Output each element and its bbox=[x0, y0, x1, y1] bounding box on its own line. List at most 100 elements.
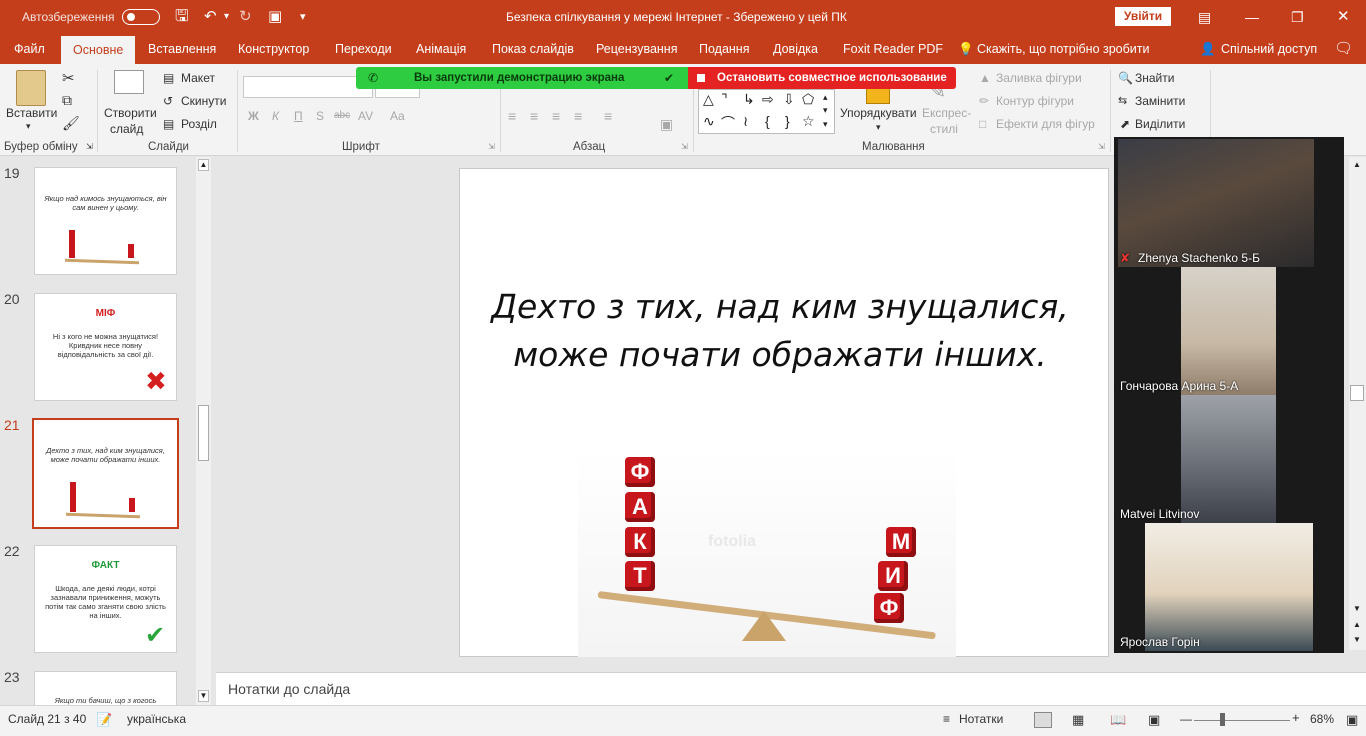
scroll-thumb[interactable] bbox=[198, 405, 209, 461]
zoom-slider[interactable] bbox=[1194, 720, 1290, 721]
char-spacing-button[interactable]: AV bbox=[358, 109, 373, 123]
next-slide-icon[interactable]: ▼ bbox=[1351, 634, 1363, 646]
comments-icon[interactable]: 🗨 bbox=[1334, 34, 1353, 64]
copy-icon[interactable]: ⧉ bbox=[62, 92, 72, 109]
cut-icon[interactable]: ✂ bbox=[62, 69, 75, 87]
scroll-up-icon[interactable]: ▲ bbox=[1351, 159, 1363, 171]
paste-dropdown-icon[interactable]: ▾ bbox=[26, 121, 31, 132]
align-center-icon[interactable]: ≡ bbox=[530, 108, 538, 124]
language-indicator[interactable]: українська bbox=[127, 712, 186, 726]
participant-tile[interactable]: ✘ Zhenya Stachenko 5-Б bbox=[1114, 139, 1344, 267]
scroll-down-icon[interactable]: ▼ bbox=[198, 690, 209, 702]
minimize-icon[interactable]: — bbox=[1245, 0, 1259, 34]
restore-icon[interactable]: ❐ bbox=[1291, 0, 1304, 34]
strikethrough-button[interactable]: abc bbox=[334, 110, 350, 121]
slide-thumbnail-21[interactable]: Дехто з тих, над ким знущалися, може поч… bbox=[32, 418, 179, 529]
format-painter-icon[interactable]: 🖌 bbox=[62, 115, 80, 132]
thumbnails-scrollbar[interactable]: ▲ ▼ bbox=[196, 157, 211, 705]
tab-view[interactable]: Подання bbox=[699, 34, 749, 64]
close-icon[interactable]: ✕ bbox=[1337, 0, 1350, 34]
new-slide-button[interactable]: Створити bbox=[104, 106, 157, 120]
start-slideshow-icon[interactable]: ▣ bbox=[268, 0, 282, 34]
arrange-dropdown-icon[interactable]: ▾ bbox=[876, 122, 881, 133]
undo-dropdown-icon[interactable]: ▾ bbox=[224, 0, 229, 34]
clipboard-launcher-icon[interactable]: ⇲ bbox=[86, 142, 93, 151]
gallery-more-icon[interactable]: ▾ bbox=[823, 119, 828, 130]
notes-toggle-button[interactable]: Нотатки bbox=[959, 712, 1003, 726]
reading-view-icon[interactable]: 📖 bbox=[1110, 712, 1126, 728]
replace-button[interactable]: Замінити bbox=[1135, 94, 1185, 108]
normal-view-icon[interactable] bbox=[1034, 712, 1052, 728]
down-arrow-shape-icon[interactable]: ⇩ bbox=[783, 91, 795, 108]
left-brace-icon[interactable]: { bbox=[765, 113, 770, 129]
section-button[interactable]: Розділ bbox=[181, 117, 217, 131]
paste-icon[interactable] bbox=[16, 70, 46, 106]
fit-to-window-icon[interactable]: ▣ bbox=[1346, 712, 1358, 728]
right-arrow-shape-icon[interactable]: ⇨ bbox=[762, 91, 774, 108]
tab-transitions[interactable]: Переходи bbox=[335, 34, 392, 64]
zoom-slider-thumb[interactable] bbox=[1220, 713, 1225, 726]
customize-quick-access-icon[interactable]: ▾ bbox=[300, 0, 306, 34]
tell-me-search[interactable]: Скажіть, що потрібно зробити bbox=[977, 34, 1150, 64]
tab-design[interactable]: Конструктор bbox=[238, 34, 309, 64]
gallery-up-icon[interactable]: ▴ bbox=[823, 92, 828, 103]
quick-styles-button[interactable]: Експрес- bbox=[922, 106, 971, 120]
curve-shape-icon[interactable]: ≀ bbox=[743, 113, 748, 130]
ribbon-display-options-icon[interactable]: ▤ bbox=[1198, 0, 1211, 34]
participant-tile[interactable]: Гончарова Арина 5-А bbox=[1114, 267, 1344, 395]
freeform-icon[interactable]: ∿ bbox=[703, 113, 715, 130]
participant-tile[interactable]: Ярослав Горін bbox=[1114, 523, 1344, 651]
slide-scrollbar[interactable]: ▲ ▼ ▲ ▼ bbox=[1349, 157, 1366, 650]
new-slide-button-line2[interactable]: слайд bbox=[110, 122, 143, 136]
gallery-down-icon[interactable]: ▾ bbox=[823, 105, 828, 116]
stop-sharing-button[interactable]: Остановить совместное использование bbox=[688, 67, 956, 89]
new-slide-icon[interactable] bbox=[114, 70, 144, 94]
pentagon-shape-icon[interactable]: ⬠ bbox=[802, 91, 814, 108]
shape-fill-button[interactable]: Заливка фігури bbox=[996, 71, 1082, 85]
scroll-thumb[interactable] bbox=[1350, 385, 1364, 401]
tab-file[interactable]: Файл bbox=[14, 34, 45, 64]
triangle-shape-icon[interactable]: △ bbox=[703, 91, 714, 108]
signin-button[interactable]: Увійти bbox=[1115, 7, 1171, 26]
notes-pane[interactable]: Нотатки до слайда bbox=[216, 672, 1366, 705]
zoom-level[interactable]: 68% bbox=[1310, 712, 1334, 726]
tab-insert[interactable]: Вставлення bbox=[148, 34, 216, 64]
align-right-icon[interactable]: ≡ bbox=[552, 108, 560, 124]
elbow-arrow-icon[interactable]: ↳ bbox=[743, 91, 755, 108]
star-shape-icon[interactable]: ☆ bbox=[802, 113, 815, 130]
slideshow-view-icon[interactable]: ▣ bbox=[1148, 712, 1160, 728]
drawing-launcher-icon[interactable]: ⇲ bbox=[1098, 142, 1105, 151]
scroll-down-icon[interactable]: ▼ bbox=[1351, 603, 1363, 615]
autosave-toggle[interactable] bbox=[122, 9, 160, 25]
arrange-button[interactable]: Упорядкувати bbox=[840, 106, 917, 120]
find-button[interactable]: Знайти bbox=[1135, 71, 1174, 85]
paste-button[interactable]: Вставити bbox=[6, 106, 57, 120]
zoom-out-icon[interactable]: — bbox=[1180, 712, 1192, 726]
shapes-gallery[interactable]: △ ⌝ ↳ ⇨ ⇩ ⬠ ∿ ⌒ ≀ { } ☆ ▴ ▾ ▾ bbox=[698, 89, 835, 134]
justify-icon[interactable]: ≡ bbox=[574, 108, 582, 124]
slide-thumbnail-23[interactable]: Якщо ти бачиш, що з когось bbox=[34, 671, 177, 705]
italic-button[interactable]: К bbox=[272, 109, 279, 123]
tab-animations[interactable]: Анімація bbox=[416, 34, 466, 64]
tab-home[interactable]: Основне bbox=[61, 36, 136, 64]
slide-thumbnail-20[interactable]: МІФ Ні з кого не можна знущатися! Кривдн… bbox=[34, 293, 177, 401]
shape-effects-button[interactable]: Ефекти для фігур bbox=[996, 117, 1095, 131]
tab-foxit[interactable]: Foxit Reader PDF bbox=[843, 34, 943, 64]
tab-review[interactable]: Рецензування bbox=[596, 34, 677, 64]
shadow-button[interactable]: S bbox=[316, 109, 324, 123]
tab-slideshow[interactable]: Показ слайдів bbox=[492, 34, 574, 64]
zoom-in-icon[interactable]: + bbox=[1292, 710, 1300, 725]
change-case-button[interactable]: Aa bbox=[390, 109, 405, 123]
select-button[interactable]: Виділити bbox=[1135, 117, 1185, 131]
layout-button[interactable]: Макет bbox=[181, 71, 215, 85]
slide-thumbnail-22[interactable]: ФАКТ Шкода, але деякі люди, котрі зазнав… bbox=[34, 545, 177, 653]
paragraph-launcher-icon[interactable]: ⇲ bbox=[681, 142, 688, 151]
bold-button[interactable]: Ж bbox=[248, 109, 259, 123]
font-launcher-icon[interactable]: ⇲ bbox=[488, 142, 495, 151]
font-name-input[interactable] bbox=[243, 76, 373, 98]
slide-sorter-icon[interactable]: ▦ bbox=[1072, 712, 1084, 728]
participant-tile[interactable]: Matvei Litvinov bbox=[1114, 395, 1344, 523]
redo-icon[interactable]: ↻ bbox=[239, 0, 252, 34]
tab-help[interactable]: Довідка bbox=[773, 34, 818, 64]
save-icon[interactable]: 🖫 bbox=[175, 0, 189, 34]
